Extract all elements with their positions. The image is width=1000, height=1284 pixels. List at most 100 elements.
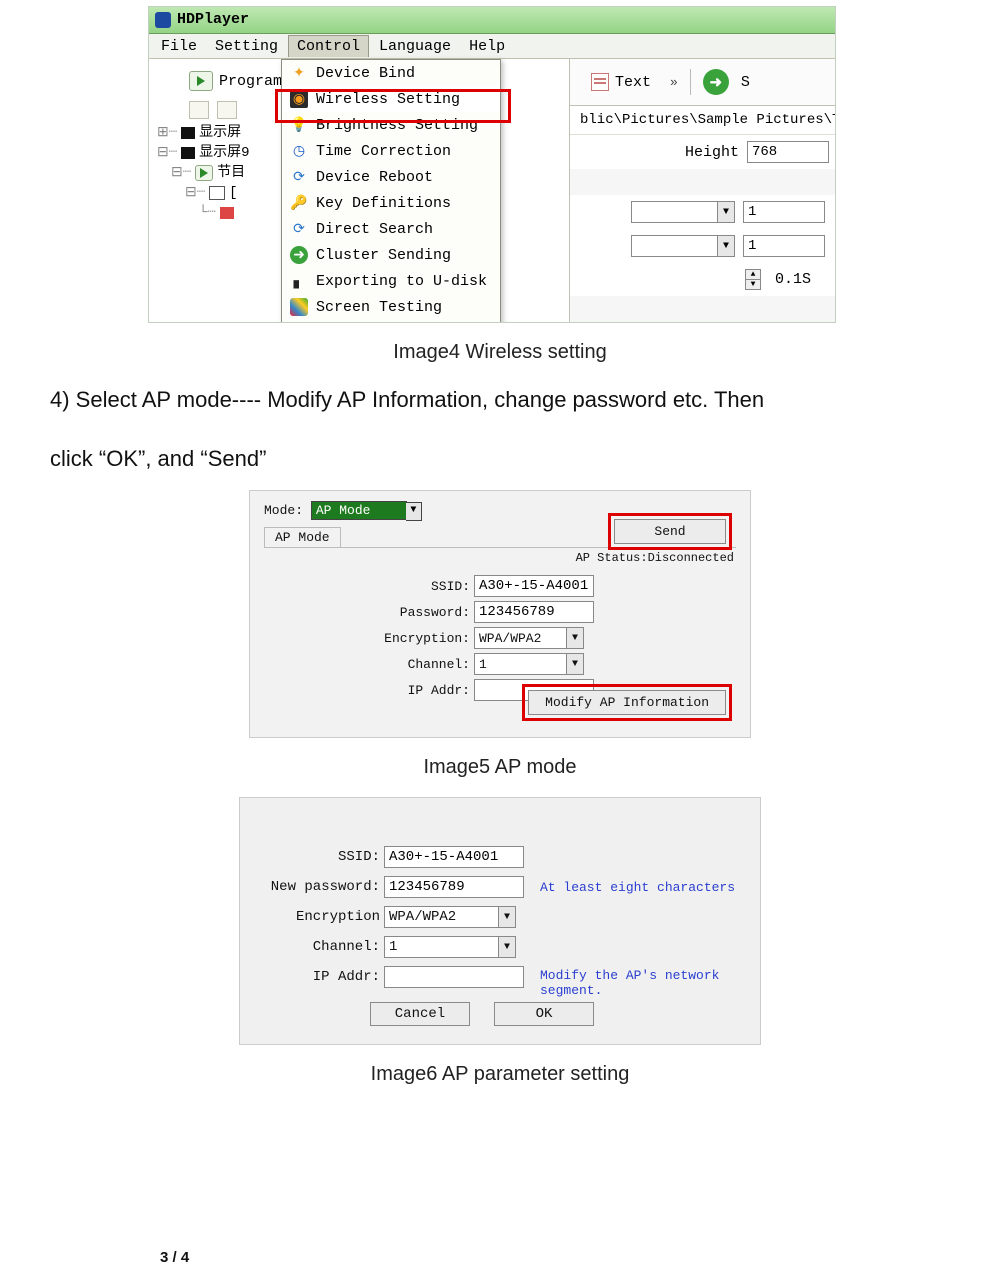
menu-file[interactable]: File (153, 36, 205, 57)
menu-language[interactable]: Language (371, 36, 459, 57)
combo-1[interactable]: ▼ (631, 201, 735, 223)
ssid-label: SSID: (260, 849, 380, 865)
ip-label: IP Addr: (330, 683, 470, 698)
encryption-label: Encryption (260, 909, 380, 925)
page-number: 3 / 4 (160, 1249, 189, 1266)
titlebar: HDPlayer (149, 7, 835, 34)
bulb-icon: 💡 (290, 116, 308, 134)
node-icon (220, 207, 234, 219)
spinner[interactable]: ▲▼ (745, 269, 761, 290)
password-input[interactable] (474, 601, 594, 623)
menu-item-cluster-sending[interactable]: ➜ Cluster Sending (282, 242, 500, 268)
tree-item[interactable]: 节目 (217, 163, 245, 183)
go-label: S (741, 74, 750, 91)
chevron-down-icon: ▼ (717, 236, 734, 256)
text-icon (591, 73, 609, 91)
menu-item-update-device-name[interactable]: ↻Update Device Name (282, 320, 500, 323)
height-input[interactable] (747, 141, 829, 163)
menu-item-device-reboot[interactable]: ⟳ Device Reboot (282, 164, 500, 190)
ap-param-window: SSID: New password: EncryptionWPA/WPA2▼ … (239, 797, 761, 1045)
menu-item-label: Cluster Sending (316, 247, 451, 264)
ssid-input[interactable] (384, 846, 524, 868)
channel-label: Channel: (330, 657, 470, 672)
highlight-box: Send (608, 513, 732, 550)
new-password-input[interactable] (384, 876, 524, 898)
ip-input[interactable] (384, 966, 524, 988)
caption-image5: Image5 AP mode (30, 756, 970, 779)
encryption-select[interactable]: WPA/WPA2▼ (474, 627, 584, 649)
ssid-label: SSID: (330, 579, 470, 594)
menu-item-label: Screen Testing (316, 299, 442, 316)
copy-icon[interactable] (189, 101, 209, 119)
caption-image4: Image4 Wireless setting (30, 341, 970, 364)
menu-item-label: Device Reboot (316, 169, 433, 186)
chevron-down-icon: ▼ (498, 937, 515, 957)
menu-item-key-definitions[interactable]: 🔑 Key Definitions (282, 190, 500, 216)
num1-input[interactable] (743, 201, 825, 223)
menu-control[interactable]: Control (288, 35, 369, 57)
program-button[interactable]: Program (189, 71, 282, 91)
send-button[interactable]: Send (614, 519, 726, 544)
tab-ap-mode[interactable]: AP Mode (264, 527, 341, 548)
text-label: Text (615, 74, 651, 91)
chevron-icon[interactable]: » (670, 75, 678, 90)
paste-icon[interactable] (217, 101, 237, 119)
menu-item-label: Direct Search (316, 221, 433, 238)
password-label: Password: (330, 605, 470, 620)
ap-status: AP Status:Disconnected (576, 551, 734, 565)
program-label: Program (219, 73, 282, 90)
combo-2[interactable]: ▼ (631, 235, 735, 257)
body-text: 4) Select AP mode---- Modify AP Informat… (30, 382, 970, 417)
menu-item-device-bind[interactable]: ✦Device Bind (282, 60, 500, 86)
menu-item-screen-testing[interactable]: Screen Testing (282, 294, 500, 320)
cancel-button[interactable]: Cancel (370, 1002, 470, 1026)
reload-icon: ⟳ (290, 220, 308, 238)
channel-label: Channel: (260, 939, 380, 955)
menu-item-label: Wireless Setting (316, 91, 460, 108)
text-button[interactable]: Text (584, 70, 658, 94)
go-arrow-icon[interactable]: ➜ (703, 69, 729, 95)
right-pane: Text » ➜ S blic\Pictures\Sample Pictures… (569, 59, 835, 322)
play-icon (189, 71, 213, 91)
arrow-icon: ➜ (290, 246, 308, 264)
encryption-select[interactable]: WPA/WPA2▼ (384, 906, 516, 928)
time-value: 0.1S (769, 271, 825, 288)
ok-button[interactable]: OK (494, 1002, 594, 1026)
ssid-input[interactable] (474, 575, 594, 597)
menu-item-wireless-setting[interactable]: ◉Wireless Setting (282, 86, 500, 112)
menu-item-label: Device Bind (316, 65, 415, 82)
modify-ap-button[interactable]: Modify AP Information (528, 690, 726, 715)
highlight-box: Modify AP Information (522, 684, 732, 721)
app-title: HDPlayer (177, 7, 249, 33)
channel-select[interactable]: 1▼ (474, 653, 584, 675)
encryption-label: Encryption: (330, 631, 470, 646)
mode-label: Mode: (264, 503, 303, 518)
menubar: File Setting Control Language Help (149, 34, 835, 59)
channel-select[interactable]: 1▼ (384, 936, 516, 958)
ap-mode-window: Mode: AP Mode AP Mode Send AP Status:Dis… (249, 490, 751, 738)
menu-item-exporting-udisk[interactable]: ▖Exporting to U-disk (282, 268, 500, 294)
device-tree[interactable]: ⊞┈ 显示屏 ⊟┈ 显示屏9 ⊟┈ 节目 ⊟┈ [ └┈ (157, 123, 281, 223)
menu-item-time-correction[interactable]: ◷Time Correction (282, 138, 500, 164)
menu-item-direct-search[interactable]: ⟳ Direct Search (282, 216, 500, 242)
grid-icon (290, 298, 308, 316)
menu-item-label: Key Definitions (316, 195, 451, 212)
chevron-down-icon: ▼ (566, 628, 583, 648)
app-logo-icon (155, 12, 171, 28)
tree-item[interactable]: 显示屏9 (199, 143, 249, 163)
area-icon (209, 186, 225, 200)
chevron-down-icon: ▼ (566, 654, 583, 674)
mode-select[interactable]: AP Mode (311, 501, 407, 520)
menu-item-brightness[interactable]: 💡 Brightness Setting (282, 112, 500, 138)
reload-icon: ⟳ (290, 168, 308, 186)
menu-setting[interactable]: Setting (207, 36, 286, 57)
hdplayer-window: HDPlayer File Setting Control Language H… (148, 6, 836, 323)
key-icon: 🔑 (290, 194, 308, 212)
ip-label: IP Addr: (260, 969, 380, 985)
menu-item-label: Brightness Setting (316, 117, 478, 134)
tree-item[interactable]: 显示屏 (199, 123, 241, 143)
num2-input[interactable] (743, 235, 825, 257)
menu-help[interactable]: Help (461, 36, 513, 57)
tree-item[interactable]: [ (229, 183, 237, 203)
chevron-down-icon: ▼ (498, 907, 515, 927)
